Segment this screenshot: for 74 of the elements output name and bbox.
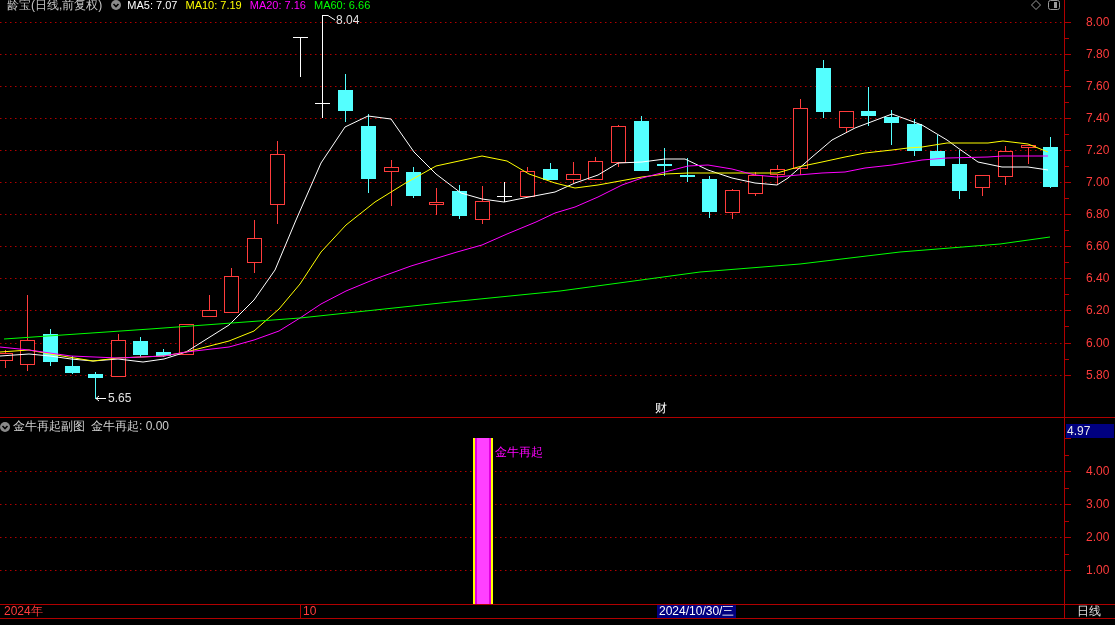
candlestick bbox=[702, 175, 717, 219]
indicator-value: MA20: 7.16 bbox=[249, 0, 306, 11]
candlestick bbox=[338, 73, 353, 123]
price-axis-label: 5.80 bbox=[1086, 369, 1110, 381]
price-axis-label: 7.00 bbox=[1086, 176, 1110, 188]
time-axis-label: 10 bbox=[303, 605, 317, 618]
indicator-axis-label: 4.00 bbox=[1086, 465, 1110, 477]
candlestick bbox=[133, 336, 148, 358]
indicator-axis-label: 2.00 bbox=[1086, 531, 1110, 543]
candlestick bbox=[588, 156, 603, 180]
candlestick bbox=[543, 162, 558, 181]
price-axis-label: 7.60 bbox=[1086, 80, 1110, 92]
candlestick bbox=[520, 166, 535, 197]
candlestick bbox=[0, 349, 13, 369]
candlestick bbox=[657, 147, 672, 177]
price-axis-label: 8.00 bbox=[1086, 16, 1110, 28]
candlestick bbox=[634, 115, 649, 172]
candlestick bbox=[725, 188, 740, 220]
candlestick bbox=[816, 59, 831, 119]
indicator-axis-label: 1.00 bbox=[1086, 564, 1110, 576]
candlestick bbox=[88, 371, 103, 400]
candlestick bbox=[839, 111, 854, 134]
price-axis-label: 6.00 bbox=[1086, 337, 1110, 349]
indicator-axis-label: 3.00 bbox=[1086, 498, 1110, 510]
price-axis-label: 6.40 bbox=[1086, 272, 1110, 284]
price-axis-label: 6.60 bbox=[1086, 240, 1110, 252]
candlestick bbox=[429, 187, 444, 216]
candlestick bbox=[406, 166, 421, 199]
candlestick bbox=[156, 348, 171, 358]
candlestick bbox=[998, 145, 1013, 186]
candlestick bbox=[247, 219, 262, 274]
dropdown-icon[interactable] bbox=[111, 0, 122, 10]
time-axis-label: 2024年 bbox=[4, 605, 43, 618]
candlestick bbox=[496, 181, 513, 203]
dropdown-icon[interactable] bbox=[0, 421, 10, 432]
price-axis-label: 6.80 bbox=[1086, 208, 1110, 220]
candlestick bbox=[975, 175, 990, 197]
candlestick bbox=[292, 36, 309, 78]
price-axis-label: 7.80 bbox=[1086, 48, 1110, 60]
indicator-value: MA5: 7.07 bbox=[127, 0, 178, 11]
candlestick bbox=[384, 159, 399, 207]
indicator-reading: 金牛再起: 0.00 bbox=[91, 420, 170, 433]
candlestick bbox=[452, 184, 467, 220]
leader-arrow bbox=[95, 395, 107, 402]
price-axis-label: 7.40 bbox=[1086, 112, 1110, 124]
leader-line bbox=[322, 15, 336, 21]
cursor-date: 2024/10/30/三 bbox=[657, 605, 737, 618]
current-value-badge: 4.97 bbox=[1066, 424, 1114, 438]
low-price-label: 5.65 bbox=[108, 392, 132, 404]
indicator-title: 金牛再起副图 bbox=[13, 420, 85, 433]
period-button[interactable]: 日线 bbox=[1077, 605, 1101, 618]
indicator-value: MA10: 7.19 bbox=[185, 0, 242, 11]
candlestick bbox=[111, 333, 126, 377]
candlestick bbox=[566, 161, 581, 184]
panel-icon[interactable] bbox=[1048, 0, 1060, 10]
candlestick bbox=[1021, 145, 1036, 165]
price-axis-label: 7.20 bbox=[1086, 144, 1110, 156]
candlestick bbox=[1043, 136, 1058, 189]
indicator-value: MA60: 6.66 bbox=[314, 0, 371, 11]
candlestick bbox=[224, 267, 239, 313]
candlestick bbox=[884, 109, 899, 146]
event-marker[interactable]: 财 bbox=[655, 402, 667, 415]
candlestick bbox=[770, 164, 785, 186]
candlestick bbox=[611, 124, 626, 168]
candlestick bbox=[952, 149, 967, 200]
candlestick bbox=[861, 86, 876, 127]
price-axis-label: 6.20 bbox=[1086, 304, 1110, 316]
candlestick bbox=[930, 134, 945, 167]
candlestick bbox=[202, 294, 217, 317]
high-price-label: 8.04 bbox=[336, 14, 360, 26]
candlestick bbox=[907, 118, 922, 157]
candlestick bbox=[680, 157, 695, 183]
signal-label: 金牛再起 bbox=[495, 445, 543, 459]
candlestick bbox=[475, 185, 490, 225]
